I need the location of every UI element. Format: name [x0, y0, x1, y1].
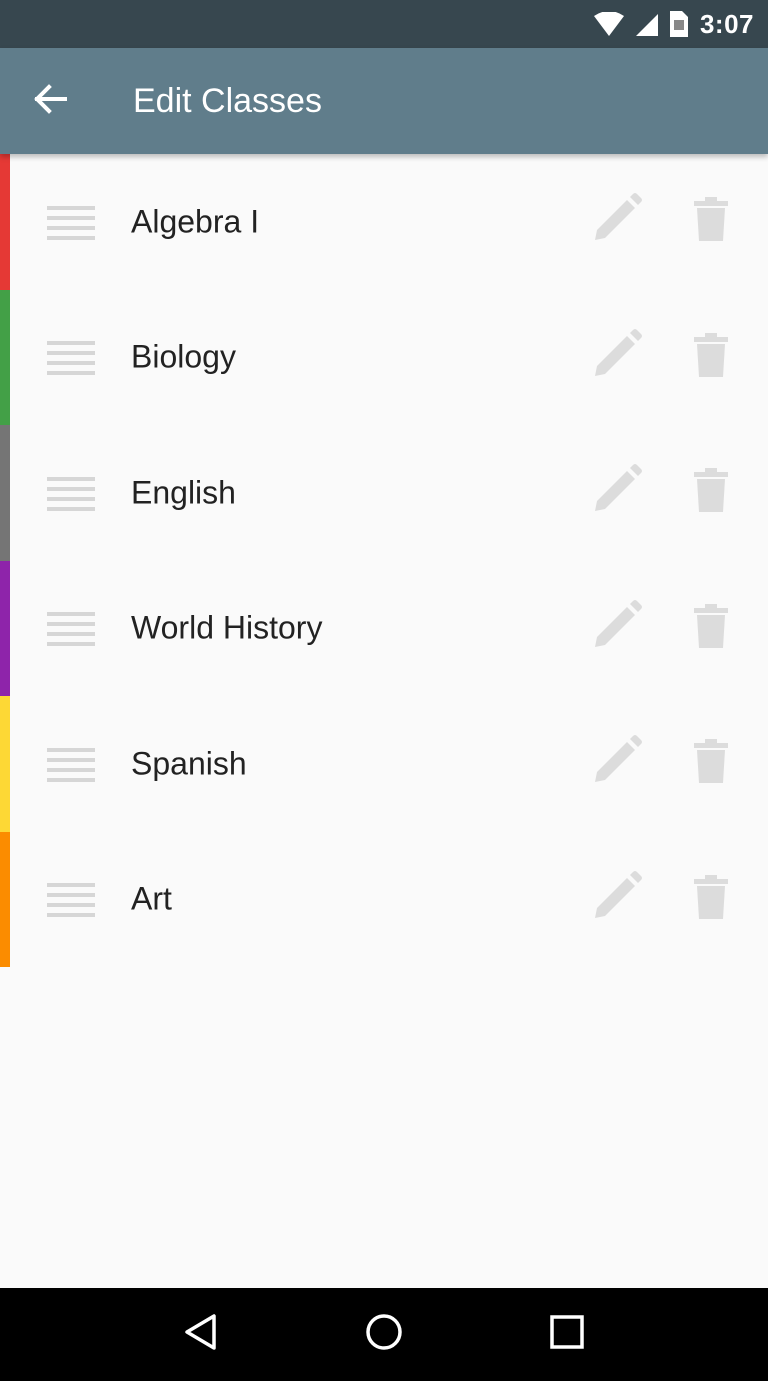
drag-handle-icon[interactable]: [47, 337, 95, 377]
edit-class-button[interactable]: [586, 598, 646, 658]
delete-class-button[interactable]: [684, 869, 738, 929]
pencil-icon: [589, 599, 643, 658]
back-triangle-icon: [184, 1313, 218, 1356]
delete-class-button[interactable]: [684, 192, 738, 252]
class-row[interactable]: Art: [0, 831, 768, 967]
class-row[interactable]: Biology: [0, 289, 768, 425]
drag-handle-icon[interactable]: [47, 202, 95, 242]
trash-icon: [694, 739, 728, 788]
recents-square-icon: [549, 1314, 585, 1355]
drag-handle-icon[interactable]: [47, 744, 95, 784]
home-circle-icon: [364, 1312, 404, 1357]
delete-class-button[interactable]: [684, 734, 738, 794]
nav-recents-button[interactable]: [527, 1295, 607, 1375]
app-bar: Edit Classes: [0, 48, 768, 154]
pencil-icon: [589, 870, 643, 929]
class-color-indicator: [0, 425, 10, 561]
edit-class-button[interactable]: [586, 327, 646, 387]
drag-handle-icon[interactable]: [47, 473, 95, 513]
delete-class-button[interactable]: [684, 463, 738, 523]
nav-home-button[interactable]: [344, 1295, 424, 1375]
cell-signal-icon: [635, 12, 658, 36]
class-color-indicator: [0, 560, 10, 696]
status-bar: 3:07: [0, 0, 768, 48]
class-name: World History: [131, 609, 323, 646]
class-color-indicator: [0, 289, 10, 425]
class-color-indicator: [0, 696, 10, 832]
class-row[interactable]: World History: [0, 560, 768, 696]
class-row[interactable]: Spanish: [0, 696, 768, 832]
drag-handle-icon[interactable]: [47, 879, 95, 919]
class-list: Algebra I Biology English World History …: [0, 154, 768, 967]
nav-back-button[interactable]: [161, 1295, 241, 1375]
trash-icon: [694, 874, 728, 924]
trash-icon: [694, 468, 728, 517]
edit-class-button[interactable]: [586, 869, 646, 929]
trash-icon: [694, 332, 728, 382]
arrow-left-icon: [33, 83, 67, 119]
wifi-icon: [593, 12, 624, 36]
pencil-icon: [589, 734, 643, 793]
edit-class-button[interactable]: [586, 734, 646, 794]
status-time: 3:07: [699, 8, 754, 39]
sim-icon: [669, 11, 688, 37]
page-title: Edit Classes: [133, 81, 322, 120]
class-row[interactable]: English: [0, 425, 768, 561]
edit-class-button[interactable]: [586, 192, 646, 252]
drag-handle-icon[interactable]: [47, 608, 95, 648]
navigation-bar: [0, 1288, 768, 1381]
class-name: Algebra I: [131, 203, 260, 240]
class-name: Spanish: [131, 745, 247, 782]
class-color-indicator: [0, 154, 10, 290]
delete-class-button[interactable]: [684, 598, 738, 658]
back-button[interactable]: [0, 48, 100, 154]
class-name: Biology: [131, 338, 236, 375]
trash-icon: [694, 197, 728, 246]
delete-class-button[interactable]: [684, 327, 738, 387]
class-row[interactable]: Algebra I: [0, 154, 768, 290]
class-name: Art: [131, 880, 172, 917]
edit-class-button[interactable]: [586, 463, 646, 523]
trash-icon: [694, 603, 728, 653]
class-name: English: [131, 474, 236, 511]
pencil-icon: [589, 192, 643, 251]
class-color-indicator: [0, 831, 10, 967]
pencil-icon: [589, 463, 643, 522]
pencil-icon: [589, 328, 643, 387]
